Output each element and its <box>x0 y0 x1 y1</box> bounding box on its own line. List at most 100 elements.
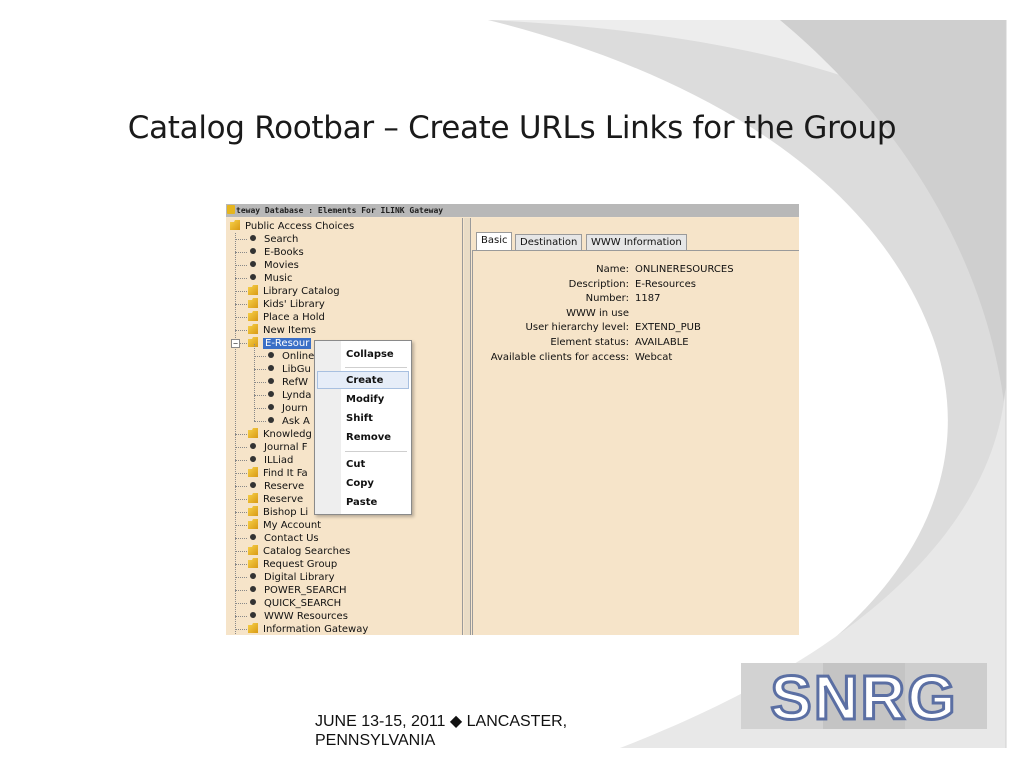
slide-title: Catalog Rootbar – Create URLs Links for … <box>127 110 897 146</box>
tree-item-journal-f[interactable]: Journal F <box>248 441 308 454</box>
slide-footer: JUNE 13-15, 2011 ◆ LANCASTER, PENNSYLVAN… <box>315 713 568 749</box>
tree-branch-line <box>235 590 247 591</box>
tab-basic[interactable]: Basic <box>476 232 513 250</box>
tree-branch-line <box>235 564 247 565</box>
tree-item-illiad[interactable]: ILLiad <box>248 454 293 467</box>
menu-item-create[interactable]: Create <box>346 375 383 386</box>
tree-item-e-books[interactable]: E-Books <box>248 246 304 259</box>
menu-item-copy[interactable]: Copy <box>346 478 374 489</box>
detail-value: 1187 <box>635 293 661 305</box>
tree-item-request-group[interactable]: Request Group <box>248 558 337 571</box>
collapse-toggle-icon[interactable]: − <box>231 339 240 348</box>
tree-root[interactable]: Public Access Choices <box>230 220 354 233</box>
tree-item-contact-us[interactable]: Contact Us <box>248 532 319 545</box>
tree-item-catalog-searches[interactable]: Catalog Searches <box>248 545 350 558</box>
folder-icon <box>248 337 258 347</box>
tree-item-information-gateway[interactable]: Information Gateway <box>248 623 368 635</box>
menu-item-modify[interactable]: Modify <box>346 394 384 405</box>
tree-item-online[interactable]: Online <box>266 350 314 363</box>
tree-item-libgu[interactable]: LibGu <box>266 363 311 376</box>
tree-item-music[interactable]: Music <box>248 272 292 285</box>
tree-item-reserve[interactable]: Reserve <box>248 480 304 493</box>
folder-icon <box>248 467 258 477</box>
bullet-icon <box>250 573 256 579</box>
tree-item-lynda[interactable]: Lynda <box>266 389 311 402</box>
tree-item-kids-library[interactable]: Kids' Library <box>248 298 325 311</box>
context-menu: Collapse Create Modify Shift Remove Cut … <box>314 340 412 515</box>
detail-value: EXTEND_PUB <box>635 322 701 334</box>
tree-item-find-it-fa[interactable]: Find It Fa <box>248 467 308 480</box>
folder-icon <box>248 623 258 633</box>
tree-item-reserve[interactable]: Reserve <box>248 493 303 506</box>
folder-icon <box>248 493 258 503</box>
tab-www-information[interactable]: WWW Information <box>586 234 687 250</box>
detail-key: Name: <box>596 264 629 275</box>
tree-item-quick-search[interactable]: QUICK_SEARCH <box>248 597 341 610</box>
menu-item-remove[interactable]: Remove <box>346 432 391 443</box>
panel-border <box>472 251 473 635</box>
snrg-logo: SNRG <box>741 663 987 729</box>
detail-key: Available clients for access: <box>490 351 629 363</box>
bullet-icon <box>268 404 274 410</box>
bullet-icon <box>250 274 256 280</box>
tree-branch-line <box>254 395 266 396</box>
detail-key: Element status: <box>550 336 629 348</box>
tree-item-www-resources[interactable]: WWW Resources <box>248 610 348 623</box>
window-title-bar: teway Database : Elements For ILINK Gate… <box>226 204 799 217</box>
tree-item-search[interactable]: Search <box>248 233 298 246</box>
tree-branch-line <box>235 616 247 617</box>
tree-item-place-a-hold[interactable]: Place a Hold <box>248 311 325 324</box>
menu-item-collapse[interactable]: Collapse <box>346 349 394 360</box>
tree-item-movies[interactable]: Movies <box>248 259 299 272</box>
menu-item-cut[interactable]: Cut <box>346 459 365 470</box>
tree-branch-line <box>235 317 247 318</box>
menu-item-shift[interactable]: Shift <box>346 413 373 424</box>
tree-item-knowledg[interactable]: Knowledg <box>248 428 312 441</box>
bullet-icon <box>250 456 256 462</box>
tree-branch-line <box>235 551 247 552</box>
tree-item-power-search[interactable]: POWER_SEARCH <box>248 584 347 597</box>
detail-key: Description: <box>568 278 629 290</box>
folder-icon <box>248 298 258 308</box>
tree-branch-line <box>235 525 247 526</box>
tree-item-library-catalog[interactable]: Library Catalog <box>248 285 340 298</box>
bullet-icon <box>250 482 256 488</box>
splitter[interactable] <box>464 218 471 635</box>
tree-branch-line <box>235 434 247 435</box>
detail-value: Webcat <box>635 351 673 363</box>
bullet-icon <box>250 443 256 449</box>
tab-divider <box>472 250 799 251</box>
bullet-icon <box>268 417 274 423</box>
bullet-icon <box>250 248 256 254</box>
tree-item-new-items[interactable]: New Items <box>248 324 316 337</box>
detail-fields: Name: ONLINERESOURCES Description: E-Resour… <box>480 263 799 365</box>
tree-branch-line <box>235 577 247 578</box>
folder-icon <box>248 311 258 321</box>
tree-branch-line <box>235 460 247 461</box>
tree-item-digital-library[interactable]: Digital Library <box>248 571 335 584</box>
catalog-screenshot: teway Database : Elements For ILINK Gate… <box>226 204 799 635</box>
detail-value: E-Resources <box>635 278 696 290</box>
bullet-icon <box>268 378 274 384</box>
tree-branch-line <box>235 473 247 474</box>
folder-icon <box>248 324 258 334</box>
bullet-icon <box>250 261 256 267</box>
folder-icon <box>248 519 258 529</box>
detail-key: User hierarchy level: <box>525 322 629 334</box>
menu-separator <box>345 451 407 452</box>
folder-icon <box>248 506 258 516</box>
tree-item-bishop-li[interactable]: Bishop Li <box>248 506 308 519</box>
tab-destination[interactable]: Destination <box>515 234 583 250</box>
bullet-icon <box>250 586 256 592</box>
folder-icon <box>248 558 258 568</box>
detail-row: Available clients for access: Webcat <box>480 351 799 366</box>
tree-item-e-resour[interactable]: E-Resour <box>248 337 312 350</box>
tree-branch-line <box>235 603 247 604</box>
tree-item-my-account[interactable]: My Account <box>248 519 321 532</box>
menu-item-paste[interactable]: Paste <box>346 497 377 508</box>
tree-item-refw[interactable]: RefW <box>266 376 308 389</box>
logo-text: SNRG <box>770 664 957 729</box>
tree-item-journ[interactable]: Journ <box>266 402 308 415</box>
menu-gutter <box>315 341 341 514</box>
tree-item-ask-a[interactable]: Ask A <box>266 415 310 428</box>
